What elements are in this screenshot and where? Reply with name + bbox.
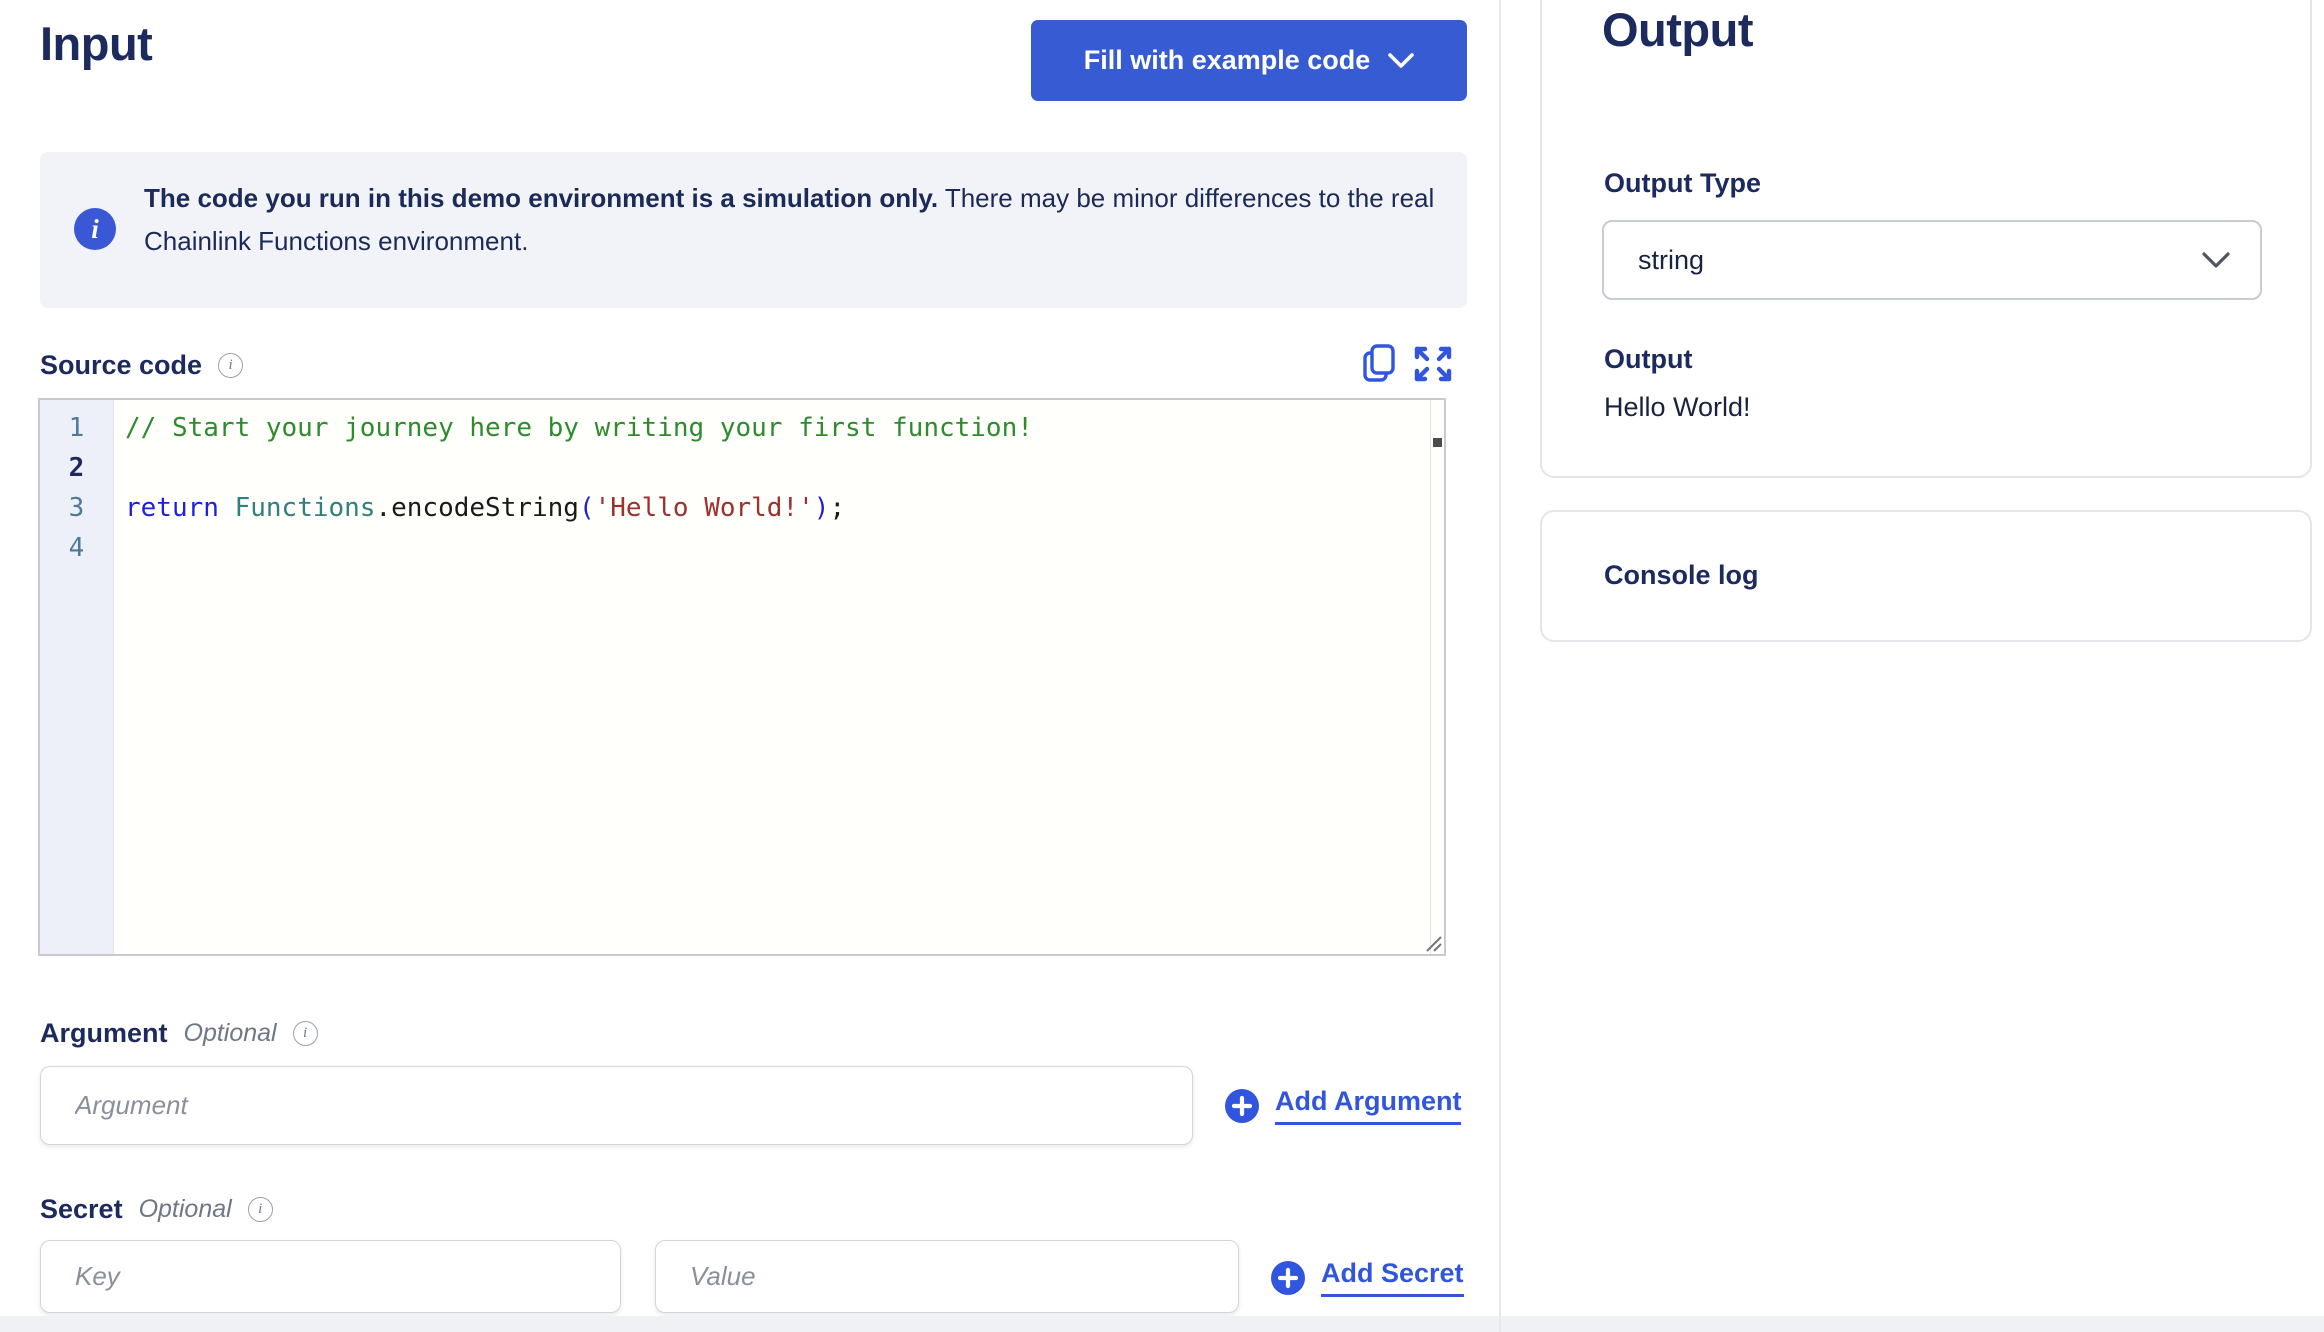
editor-gutter: 1 2 3 4	[40, 400, 114, 954]
editor-scrollbar[interactable]	[1430, 400, 1444, 954]
banner-text: The code you run in this demo environmen…	[144, 177, 1446, 263]
copy-code-button[interactable]	[1361, 342, 1397, 387]
console-log-card: Console log	[1540, 510, 2312, 642]
chevron-down-icon	[1388, 52, 1415, 68]
add-argument-button[interactable]: Add Argument	[1224, 1086, 1462, 1125]
resize-handle-icon[interactable]	[1423, 933, 1443, 953]
secret-value-input[interactable]	[655, 1240, 1239, 1313]
argument-label: Argument	[40, 1018, 168, 1048]
output-panel-title: Output	[1602, 3, 1754, 56]
plus-circle-icon	[1225, 1088, 1259, 1123]
argument-info-icon[interactable]: i	[292, 1021, 318, 1046]
chevron-down-icon	[2202, 251, 2230, 268]
output-value: Hello World!	[1604, 392, 1751, 422]
output-type-selected-value: string	[1638, 244, 1705, 275]
argument-optional-label: Optional	[183, 1019, 277, 1047]
output-label: Output	[1604, 344, 1693, 374]
code-line[interactable]	[125, 528, 1429, 568]
expand-icon	[1414, 346, 1452, 382]
plus-circle-icon	[1271, 1260, 1305, 1295]
secret-label-row: Secret Optional i	[40, 1194, 273, 1225]
console-log-label: Console log	[1604, 560, 1759, 590]
output-card: Output Output Type string Output Hello W…	[1540, 0, 2312, 478]
argument-input[interactable]	[40, 1066, 1193, 1145]
expand-editor-button[interactable]	[1412, 344, 1454, 387]
panel-divider	[1499, 0, 1501, 1332]
page-footer-strip	[0, 1316, 2324, 1332]
add-argument-label: Add Argument	[1275, 1086, 1462, 1125]
line-number: 4	[68, 533, 85, 563]
copy-icon	[1363, 344, 1395, 382]
fill-button-label: Fill with example code	[1083, 45, 1371, 75]
output-type-select[interactable]: string	[1602, 220, 2262, 300]
code-line[interactable]	[125, 448, 1429, 488]
editor-scrollbar-thumb[interactable]	[1433, 438, 1442, 447]
argument-label-row: Argument Optional i	[40, 1018, 318, 1049]
secret-label: Secret	[40, 1194, 123, 1224]
info-icon: i	[74, 208, 116, 250]
input-panel-title: Input	[40, 17, 153, 70]
line-number: 1	[68, 413, 85, 443]
add-secret-label: Add Secret	[1321, 1258, 1464, 1297]
secret-key-input[interactable]	[40, 1240, 621, 1313]
simulation-notice-banner: i The code you run in this demo environm…	[40, 152, 1467, 308]
secret-info-icon[interactable]: i	[247, 1197, 273, 1222]
line-number: 2	[68, 453, 85, 483]
functions-playground: Input Fill with example code i The code …	[0, 0, 2324, 1332]
code-line[interactable]: // Start your journey here by writing yo…	[125, 408, 1429, 448]
secret-optional-label: Optional	[138, 1195, 232, 1223]
fill-with-example-code-button[interactable]: Fill with example code	[1031, 20, 1467, 101]
line-number: 3	[68, 493, 85, 523]
source-code-label-row: Source code i	[40, 350, 244, 381]
banner-text-bold: The code you run in this demo environmen…	[144, 183, 939, 213]
editor-code[interactable]: // Start your journey here by writing yo…	[115, 400, 1429, 954]
code-line[interactable]: return Functions.encodeString('Hello Wor…	[125, 488, 1429, 528]
add-secret-button[interactable]: Add Secret	[1270, 1258, 1464, 1297]
code-editor[interactable]: 1 2 3 4 // Start your journey here by writi…	[38, 398, 1446, 956]
source-code-label: Source code	[40, 350, 203, 380]
output-type-label: Output Type	[1604, 168, 1761, 198]
source-code-info-icon[interactable]: i	[218, 353, 244, 378]
